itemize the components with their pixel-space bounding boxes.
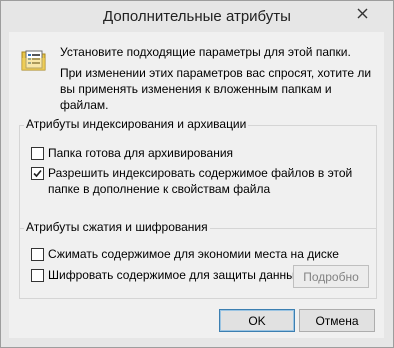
compression-group-title: Атрибуты сжатия и шифрования [24,220,210,234]
archive-ready-label: Папка готова для архивирования [48,146,234,160]
dialog-body: Установите подходящие параметры для этой… [9,32,384,338]
archive-ready-checkbox[interactable] [31,147,44,160]
info-text: Установите подходящие параметры для этой… [60,44,380,113]
allow-indexing-checkbox[interactable] [31,167,44,180]
archive-ready-option[interactable]: Папка готова для архивирования [31,145,233,161]
encrypt-option[interactable]: Шифровать содержимое для защиты данных [31,267,301,283]
compression-encryption-group: Атрибуты сжатия и шифрования Сжимать сод… [19,220,377,299]
compress-option[interactable]: Сжимать содержимое для экономии места на… [31,246,339,262]
folder-attributes-icon [21,48,47,72]
advanced-attributes-dialog: Дополнительные атрибуты Установите подхо… [0,0,394,348]
info-line-1: Установите подходящие параметры для этой… [60,45,351,59]
compress-checkbox[interactable] [31,248,44,261]
allow-indexing-label: Разрешить индексировать содержимое файло… [48,166,353,196]
title-bar[interactable]: Дополнительные атрибуты [1,1,393,32]
compress-label: Сжимать содержимое для экономии места на… [48,247,339,261]
ok-button[interactable]: OK [219,309,295,332]
encrypt-checkbox[interactable] [31,269,44,282]
cancel-button[interactable]: Отмена [299,309,375,332]
details-button[interactable]: Подробно [293,265,369,288]
allow-indexing-option[interactable]: Разрешить индексировать содержимое файло… [31,165,361,197]
close-icon [357,8,368,22]
dialog-title: Дополнительные атрибуты [103,8,291,25]
info-line-2: При изменении этих параметров вас спрося… [60,66,372,112]
close-button[interactable] [351,6,373,24]
encrypt-label: Шифровать содержимое для защиты данных [48,268,301,282]
indexing-archiving-group: Атрибуты индексирования и архивации Папк… [19,117,377,229]
indexing-group-title: Атрибуты индексирования и архивации [24,117,249,131]
